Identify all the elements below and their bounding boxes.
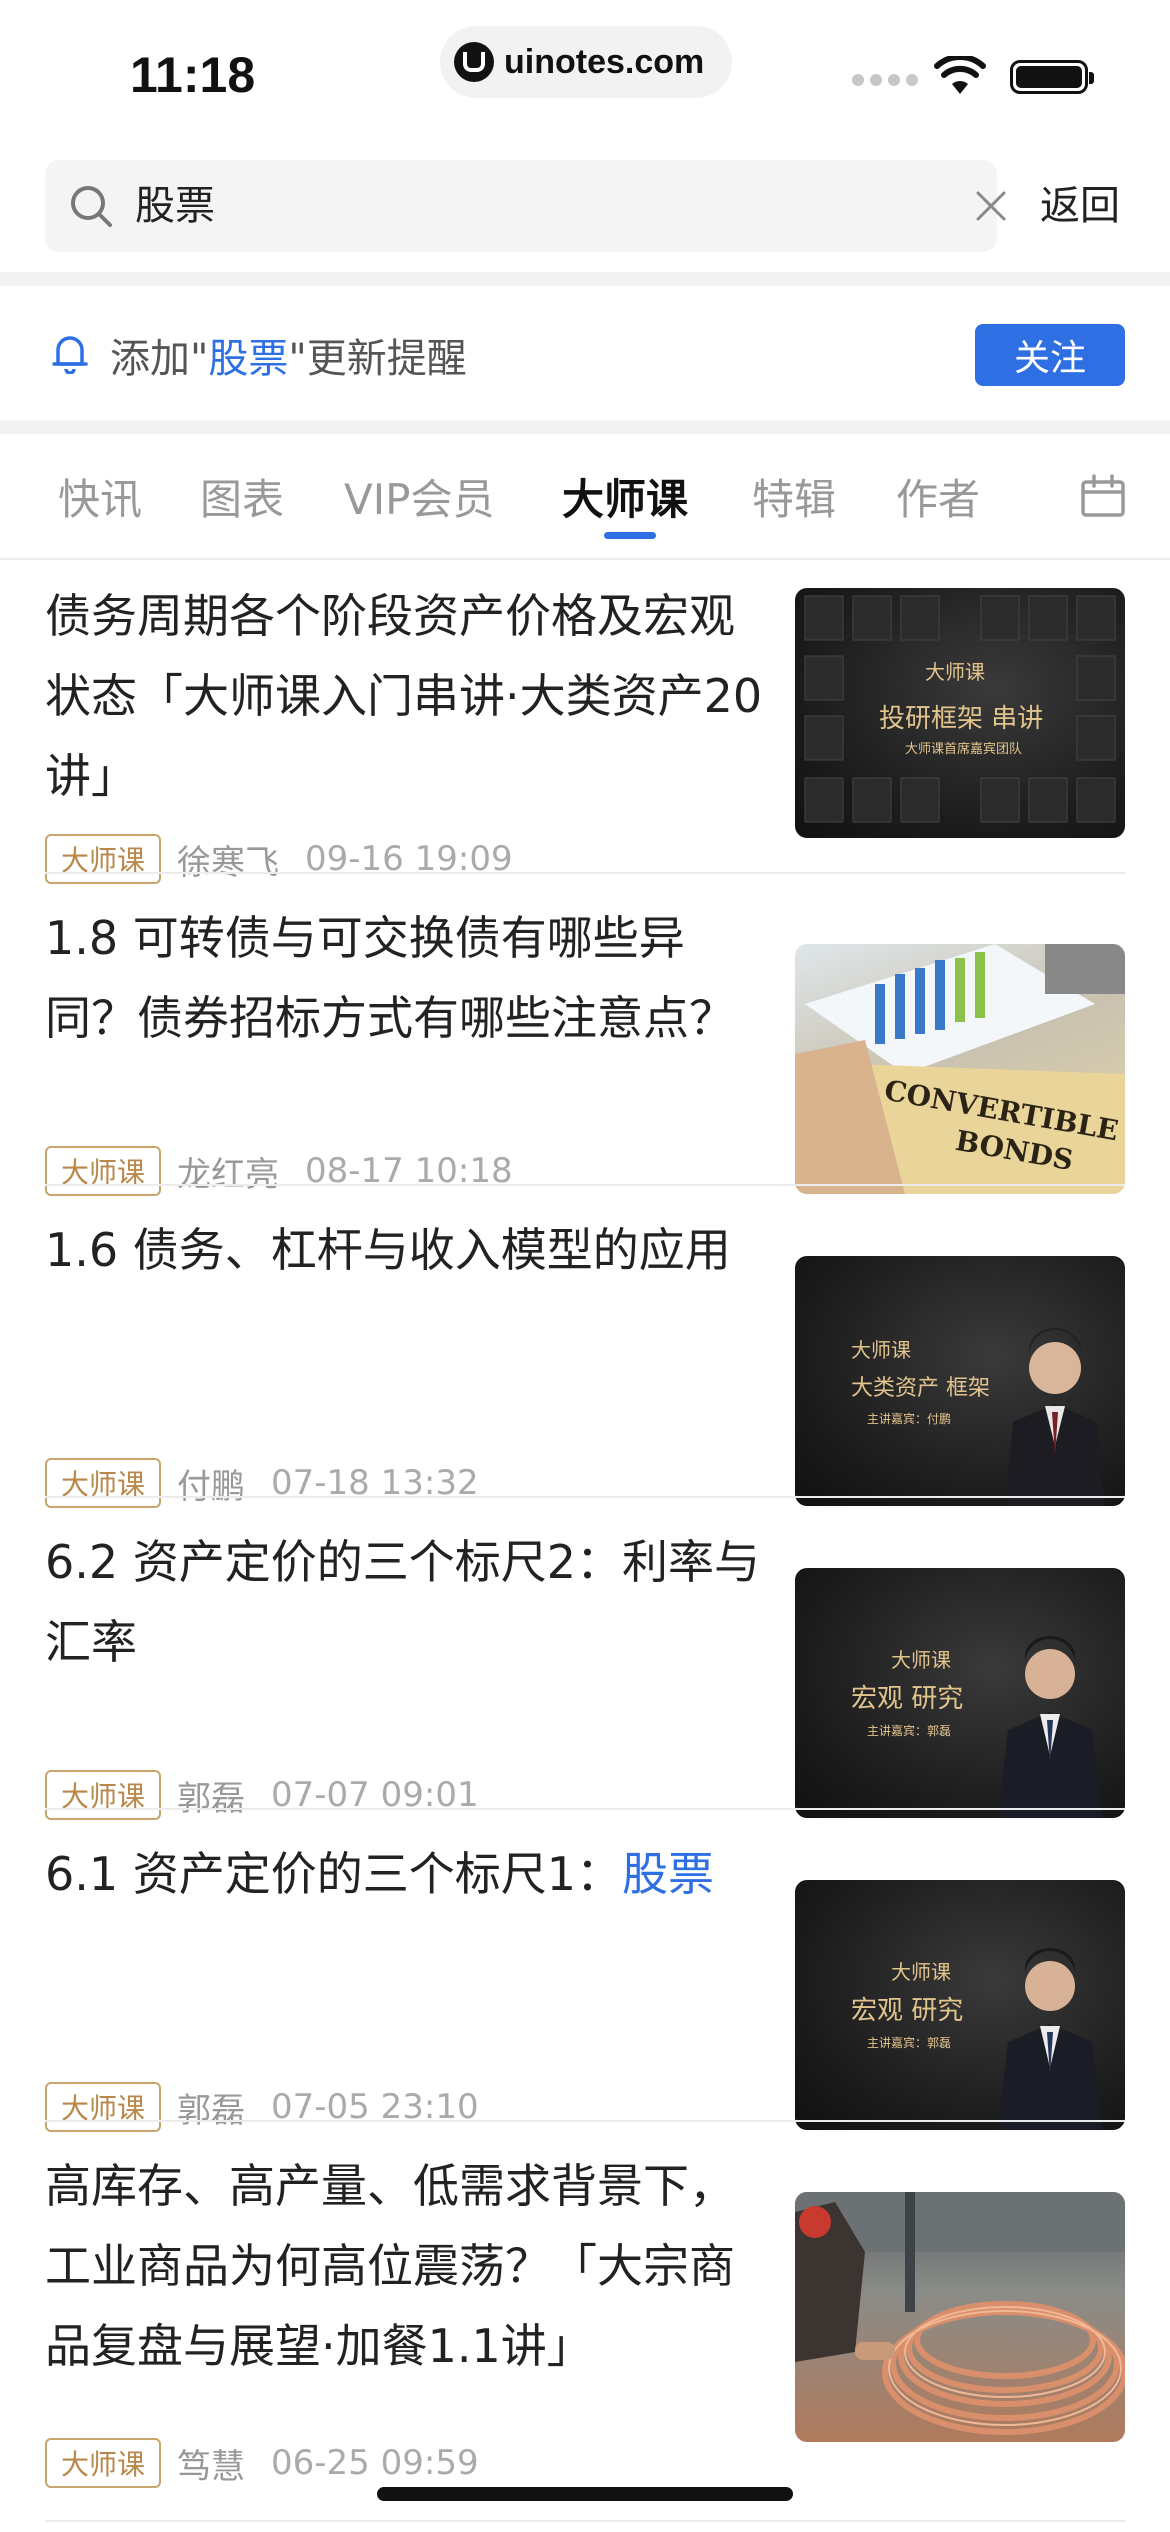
tab-authors[interactable]: 作者 (896, 466, 980, 527)
cellular-signal-icon (852, 74, 918, 86)
article-title[interactable]: 1.6 债务、杠杆与收入模型的应用 (45, 1210, 765, 1290)
article-item[interactable]: 1.6 债务、杠杆与收入模型的应用 大师课 付鹏 07-18 13:32 大师课… (0, 1186, 1170, 1508)
thumb-subtitle: 大师课首席嘉宾团队 (905, 742, 1023, 757)
tab-specials[interactable]: 特辑 (752, 466, 836, 527)
article-item[interactable]: 1.8 可转债与可交换债有哪些异同？债券招标方式有哪些注意点？ 大师课 龙红亮 … (0, 874, 1170, 1196)
back-button[interactable]: 返回 (1040, 160, 1120, 252)
thumb-logo: 大师课 (891, 1648, 951, 1672)
article-title[interactable]: 债务周期各个阶段资产价格及宏观状态「大师课入门串讲·大类资产20讲」 (45, 576, 765, 816)
search-row: 股票 返回 (0, 160, 1170, 252)
article-title[interactable]: 6.2 资产定价的三个标尺2：利率与汇率 (45, 1522, 765, 1682)
status-bar: 11:18 uinotes.com (0, 0, 1170, 150)
alert-keyword: 股票 (208, 336, 289, 382)
speaker-portrait (998, 1948, 1102, 2130)
thumb-title: 宏观 研究 (851, 1684, 964, 1714)
article-title-text: 6.1 资产定价的三个标尺1： (45, 1847, 623, 1901)
article-thumbnail[interactable]: CONVERTIBLE BONDS (795, 944, 1125, 1194)
tab-charts[interactable]: 图表 (200, 466, 284, 527)
alert-prefix: 添加" (110, 336, 209, 382)
article-title[interactable]: 1.8 可转债与可交换债有哪些异同？债券招标方式有哪些注意点？ (45, 898, 765, 1058)
article-time: 06-25 09:59 (271, 2443, 479, 2483)
speaker-portrait (1005, 1328, 1105, 1506)
update-alert-row: 添加"股票"更新提醒 关注 (0, 288, 1170, 418)
article-item[interactable]: 6.1 资产定价的三个标尺1：股票 大师课 郭磊 07-05 23:10 大师课… (0, 1810, 1170, 2132)
thumb-subtitle: 主讲嘉宾：郭磊 (867, 2036, 952, 2050)
article-item[interactable]: 高库存、高产量、低需求背景下，工业商品为何高位震荡？「大宗商品复盘与展望·加餐1… (0, 2122, 1170, 2522)
thumb-logo: 大师课 (891, 1960, 951, 1984)
article-author: 笃慧 (177, 2446, 246, 2487)
article-thumbnail[interactable] (795, 2192, 1125, 2442)
search-keyword-highlight: 股票 (622, 1847, 715, 1901)
calendar-icon[interactable] (1080, 474, 1126, 518)
speaker-portrait (998, 1636, 1102, 1818)
url-text: uinotes.com (504, 42, 705, 81)
clear-icon[interactable] (975, 190, 1007, 222)
tab-flash[interactable]: 快讯 (58, 466, 142, 527)
thumb-title: 投研框架 串讲 (879, 704, 1044, 734)
active-tab-indicator (604, 532, 656, 539)
thumb-title: 宏观 研究 (851, 1996, 964, 2026)
tab-master-class[interactable]: 大师课 (562, 466, 688, 527)
alert-suffix: "更新提醒 (288, 336, 467, 382)
article-item[interactable]: 6.2 资产定价的三个标尺2：利率与汇率 大师课 郭磊 07-07 09:01 … (0, 1498, 1170, 1820)
article-thumbnail[interactable]: 大师课 宏观 研究 主讲嘉宾：郭磊 (795, 1568, 1125, 1818)
status-time: 11:18 (130, 47, 256, 103)
search-icon (71, 186, 112, 227)
thumb-logo: 大师课 (851, 1338, 911, 1362)
thumb-subtitle: 主讲嘉宾：郭磊 (867, 1724, 952, 1738)
article-title[interactable]: 高库存、高产量、低需求背景下，工业商品为何高位震荡？「大宗商品复盘与展望·加餐1… (45, 2146, 765, 2386)
home-indicator[interactable] (377, 2487, 793, 2501)
thumb-subtitle: 主讲嘉宾：付鹏 (867, 1412, 952, 1426)
wifi-icon (934, 56, 986, 94)
search-input[interactable]: 股票 (135, 160, 915, 252)
article-meta: 大师课 笃慧 06-25 09:59 (45, 2438, 479, 2488)
follow-button[interactable]: 关注 (975, 324, 1125, 386)
category-badge: 大师课 (45, 2438, 162, 2488)
article-thumbnail[interactable]: 大师课 宏观 研究 主讲嘉宾：郭磊 (795, 1880, 1125, 2130)
bell-icon (52, 336, 88, 374)
url-pill[interactable]: uinotes.com (440, 26, 732, 98)
alert-text: 添加"股票"更新提醒 (110, 326, 467, 384)
thumb-logo: 大师课 (925, 660, 985, 684)
battery-icon (1010, 60, 1094, 94)
article-thumbnail[interactable]: 大师课 大类资产 框架 主讲嘉宾：付鹏 (795, 1256, 1125, 1506)
thumb-title: 大类资产 框架 (851, 1376, 990, 1401)
section-divider (0, 272, 1170, 286)
article-thumbnail[interactable]: 大师课 投研框架 串讲 大师课首席嘉宾团队 (795, 588, 1125, 838)
tab-vip[interactable]: VIP会员 (344, 466, 494, 527)
category-tabs: 快讯 图表 VIP会员 大师课 特辑 作者 (0, 432, 1170, 560)
copper-coil-image (795, 2192, 1125, 2435)
article-title[interactable]: 6.1 资产定价的三个标尺1：股票 (45, 1834, 765, 1914)
search-box[interactable]: 股票 (45, 160, 1006, 252)
article-item[interactable]: 债务周期各个阶段资产价格及宏观状态「大师课入门串讲·大类资产20讲」 大师课 徐… (0, 562, 1170, 884)
site-logo-icon (454, 42, 494, 82)
row-divider (45, 2520, 1125, 2522)
